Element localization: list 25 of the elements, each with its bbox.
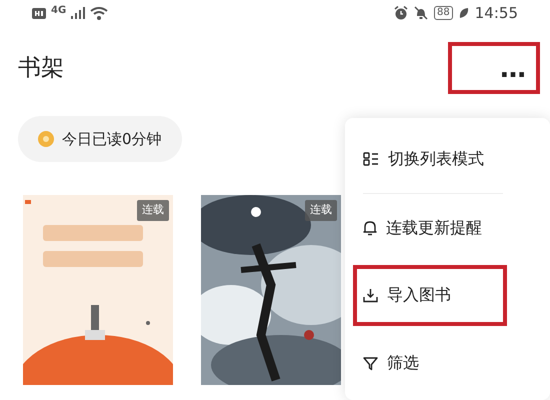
bell-icon xyxy=(363,220,377,236)
coin-icon xyxy=(38,131,54,147)
menu-item[interactable]: 连载更新提醒 xyxy=(353,196,507,259)
battery-indicator: 88 xyxy=(434,6,453,20)
reading-time-label: 今日已读0分钟 xyxy=(62,128,162,150)
menu-item[interactable]: 筛选 xyxy=(353,332,507,394)
network-label: 4G xyxy=(51,6,66,16)
reading-time-chip[interactable]: 今日已读0分钟 xyxy=(18,116,182,162)
download-icon xyxy=(363,288,378,303)
book-cover[interactable]: 连载 xyxy=(201,195,341,385)
wifi-icon xyxy=(90,6,108,20)
leaf-icon xyxy=(458,7,469,19)
serial-badge: 连载 xyxy=(305,200,337,220)
page-title: 书架 xyxy=(18,54,64,83)
book-cover[interactable]: 连载 xyxy=(23,195,173,385)
alarm-icon xyxy=(394,6,408,20)
signal-icon xyxy=(71,7,86,19)
list-icon xyxy=(363,152,379,166)
mute-icon xyxy=(414,6,428,20)
clock: 14:55 xyxy=(474,2,518,24)
more-button[interactable]: … xyxy=(448,42,540,94)
filter-icon xyxy=(363,356,378,371)
serial-badge: 连载 xyxy=(137,200,169,220)
menu-item[interactable]: 导入图书 xyxy=(353,264,507,326)
menu-item[interactable]: 切换列表模式 xyxy=(353,128,507,190)
